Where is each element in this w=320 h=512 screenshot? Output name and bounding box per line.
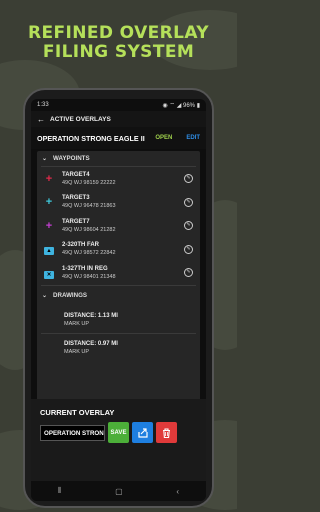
headline-line-2: FILING SYSTEM: [42, 42, 195, 62]
waypoint-item[interactable]: + TARGET3 49Q WJ 96478 21863 ✎: [37, 191, 200, 215]
edit-waypoint-icon[interactable]: ✎: [184, 244, 193, 254]
drawing-label: MARK UP: [64, 348, 90, 355]
waypoint-grid: 49Q WJ 98572 22842: [62, 250, 116, 257]
back-icon[interactable]: ‹: [176, 487, 179, 496]
waypoint-name: TARGET3: [62, 195, 90, 202]
open-button[interactable]: OPEN: [155, 135, 172, 141]
status-time: 1:33: [37, 102, 49, 108]
plus-icon: +: [45, 172, 53, 185]
plus-icon: +: [45, 196, 53, 209]
waypoint-grid: 49Q WJ 96478 21863: [62, 203, 116, 210]
share-icon: [137, 427, 148, 438]
waypoint-name: TARGET7: [62, 218, 90, 225]
waypoint-item[interactable]: + TARGET7 49Q WJ 98604 21282 ✎: [37, 214, 200, 238]
current-overlay-panel: CURRENT OVERLAY OPERATION STRONG SAVE: [31, 399, 206, 481]
drawing-label: MARK UP: [64, 320, 90, 327]
waypoint-name: 2-320TH FAR: [62, 242, 100, 249]
save-button[interactable]: SAVE: [108, 422, 129, 443]
waypoint-name: TARGET4: [62, 171, 90, 178]
headline-line-1: REFINED OVERLAY: [27, 23, 210, 43]
battery-icon: ▮: [196, 103, 200, 109]
waypoints-section-label: WAYPOINTS: [53, 155, 90, 162]
edit-waypoint-icon[interactable]: ✎: [184, 197, 193, 207]
wifi-icon: ⌔: [169, 103, 176, 109]
waypoint-grid: 49Q WJ 98159 22222: [62, 179, 116, 186]
edit-waypoint-icon[interactable]: ✎: [184, 174, 193, 184]
headline: REFINED OVERLAY FILING SYSTEM: [0, 24, 237, 62]
current-overlay-field[interactable]: OPERATION STRONG: [40, 424, 105, 441]
waypoint-item[interactable]: + TARGET4 49Q WJ 98159 22222 ✎: [37, 167, 200, 191]
app-bar: ← ACTIVE OVERLAYS: [31, 111, 206, 127]
edit-waypoint-icon[interactable]: ✎: [184, 268, 193, 278]
location-icon: ◉: [162, 103, 168, 109]
waypoint-grid: 49Q WJ 98604 21282: [62, 226, 116, 233]
phone-screen: 1:33 ◉ ⌔ ◢ 96% ▮ ← ACTIVE OVERLAYS OPERA…: [31, 99, 206, 501]
home-icon[interactable]: ▢: [115, 487, 123, 496]
drawing-distance: DISTANCE: 1.13 MI: [64, 312, 118, 319]
chevron-down-icon: ⌄: [42, 293, 48, 299]
battery-level: 96%: [183, 103, 196, 109]
app-bar-title: ACTIVE OVERLAYS: [50, 115, 111, 123]
drawings-section-header[interactable]: ⌄ DRAWINGS: [37, 286, 200, 306]
overlay-name: OPERATION STRONG EAGLE II: [37, 133, 145, 143]
share-button[interactable]: [132, 422, 153, 443]
overlay-contents-panel: ⌄ WAYPOINTS + TARGET4 49Q WJ 98159 22222…: [37, 151, 200, 415]
current-overlay-title: CURRENT OVERLAY: [40, 408, 115, 417]
waypoints-section-header[interactable]: ⌄ WAYPOINTS: [37, 151, 200, 166]
drawings-section-label: DRAWINGS: [53, 292, 88, 299]
overlay-header: OPERATION STRONG EAGLE II OPEN EDIT: [31, 127, 206, 149]
status-bar: 1:33 ◉ ⌔ ◢ 96% ▮: [31, 99, 206, 111]
drawing-distance: DISTANCE: 0.97 MI: [64, 340, 118, 347]
back-arrow-icon[interactable]: ←: [37, 115, 45, 124]
waypoint-item[interactable]: ✕ 1-327TH IN REG 49Q WJ 98401 21348 ✎: [37, 261, 200, 285]
delete-button[interactable]: [156, 422, 177, 443]
plus-icon: +: [45, 219, 53, 232]
waypoint-grid: 49Q WJ 98401 21348: [62, 273, 116, 280]
edit-button[interactable]: EDIT: [186, 135, 200, 141]
waypoint-name: 1-327TH IN REG: [62, 265, 108, 272]
signal-icon: ◢: [176, 103, 182, 109]
status-icons: ◉ ⌔ ◢ 96% ▮: [162, 101, 200, 109]
trash-icon: [163, 427, 170, 438]
system-nav-bar: ⦀ ▢ ‹: [31, 481, 206, 501]
drawing-item[interactable]: DISTANCE: 0.97 MI MARK UP: [37, 334, 200, 361]
edit-waypoint-icon[interactable]: ✎: [184, 221, 193, 231]
unit-symbol-icon: ▲: [43, 243, 55, 256]
unit-symbol-icon: ✕: [43, 267, 55, 279]
recents-icon[interactable]: ⦀: [58, 486, 62, 496]
drawing-item[interactable]: DISTANCE: 1.13 MI MARK UP: [37, 306, 200, 333]
waypoint-item[interactable]: ▲ 2-320TH FAR 49Q WJ 98572 22842 ✎: [37, 238, 200, 262]
chevron-down-icon: ⌄: [42, 156, 48, 162]
